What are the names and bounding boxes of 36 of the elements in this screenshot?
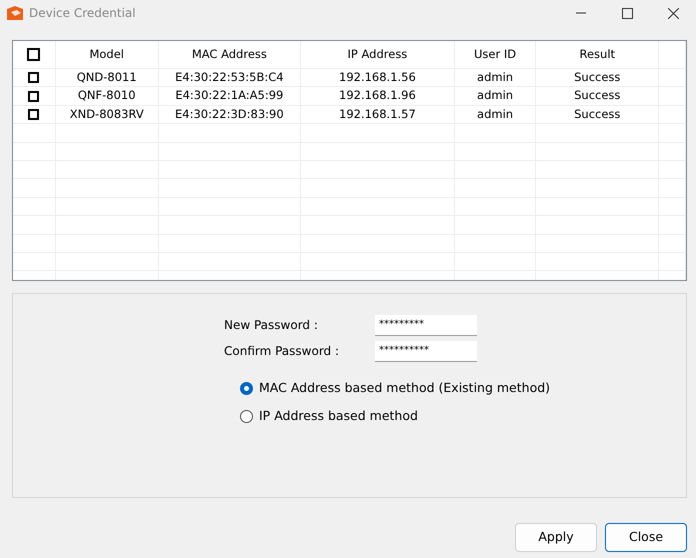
- checkbox[interactable]: [28, 72, 40, 84]
- table-cell-text: XND-8083RV: [70, 106, 144, 123]
- dialog-button[interactable]: Apply: [515, 523, 597, 552]
- column-header: IP Address: [348, 46, 408, 63]
- table-cell-text: 192.168.1.96: [339, 87, 416, 104]
- column-header: Result: [579, 46, 616, 63]
- checkbox[interactable]: [28, 108, 40, 120]
- window-title: Device Credential: [29, 5, 136, 22]
- table-cell-text: admin: [477, 87, 514, 104]
- table-cell: QND-8011: [76, 69, 137, 86]
- radio-label: IP Address based method: [259, 406, 418, 425]
- table-cell-text: E4:30:22:1A:A5:99: [175, 87, 284, 104]
- password-field[interactable]: **********: [375, 340, 477, 362]
- radio-button[interactable]: [240, 382, 253, 394]
- table-cell-text: 192.168.1.57: [339, 106, 416, 123]
- table-cell-text: admin: [477, 106, 514, 123]
- table-cell-text: Success: [574, 106, 620, 123]
- checkbox[interactable]: [27, 48, 40, 61]
- field-label: Confirm Password :: [224, 343, 340, 360]
- checkbox[interactable]: [28, 90, 40, 102]
- field-label: New Password :: [224, 317, 319, 334]
- radio-button[interactable]: [240, 410, 253, 422]
- table-cell: 192.168.1.56: [339, 69, 416, 86]
- dialog-button[interactable]: Close: [605, 523, 687, 552]
- column-header: User ID: [474, 46, 516, 63]
- column-header: MAC Address: [192, 46, 267, 63]
- column-header: Model: [89, 46, 124, 63]
- table-cell: Success: [574, 69, 620, 86]
- table-cell-text: QNF-8010: [78, 87, 136, 104]
- table-cell-text: Success: [574, 87, 620, 104]
- table-cell-text: E4:30:22:3D:83:90: [175, 106, 284, 123]
- table-cell: admin: [477, 69, 514, 86]
- app-logo-icon: [7, 6, 23, 20]
- radio-label: MAC Address based method (Existing method): [259, 378, 550, 397]
- table-cell: E4:30:22:53:5B:C4: [175, 69, 284, 86]
- password-field[interactable]: *********: [375, 314, 477, 336]
